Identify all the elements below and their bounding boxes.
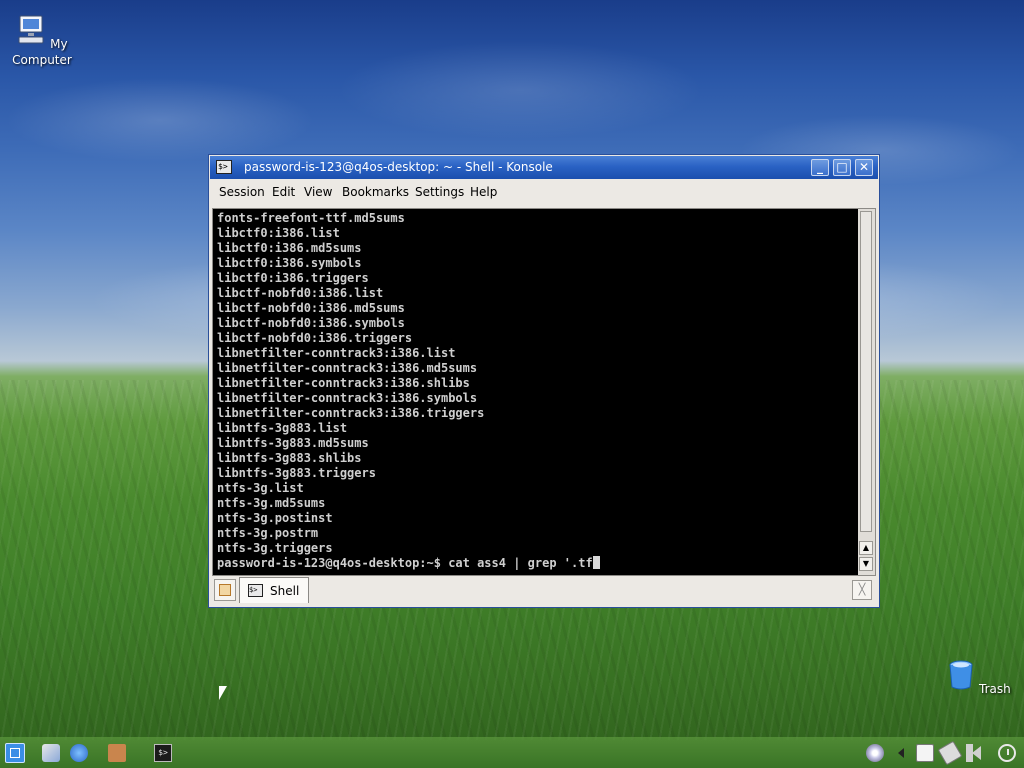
clock-icon[interactable] xyxy=(998,744,1016,762)
menu-session[interactable]: Session xyxy=(219,185,265,199)
window-titlebar[interactable]: $> password-is-123@q4os-desktop: ~ - She… xyxy=(210,156,878,179)
window-title: password-is-123@q4os-desktop: ~ - Shell … xyxy=(244,160,553,174)
trash-icon xyxy=(949,660,973,690)
my-computer-desktop-icon[interactable]: My Computer xyxy=(2,14,82,68)
terminal-line: libctf-nobfd0:i386.triggers xyxy=(217,331,413,345)
network-icon[interactable] xyxy=(70,744,88,762)
terminal-line: libnetfilter-conntrack3:i386.triggers xyxy=(217,406,485,420)
vertical-scrollbar[interactable]: ▲ ▼ xyxy=(858,209,875,575)
file-manager-icon[interactable] xyxy=(108,744,126,762)
text-cursor xyxy=(592,556,600,569)
terminal-prompt: password-is-123@q4os-desktop:~$ xyxy=(217,556,449,570)
terminal-line: libctf0:i386.list xyxy=(217,226,340,240)
menubar: Session Edit View Bookmarks Settings Hel… xyxy=(210,180,878,204)
minimize-button[interactable]: _ xyxy=(811,159,829,176)
computer-icon xyxy=(18,15,44,44)
terminal-line: libnetfilter-conntrack3:i386.list xyxy=(217,346,456,360)
terminal-line: ntfs-3g.list xyxy=(217,481,304,495)
terminal-line: ntfs-3g.postinst xyxy=(217,511,333,525)
tab-label: Shell xyxy=(270,584,300,598)
close-tab-button[interactable]: ╳ xyxy=(852,580,872,600)
trash-desktop-icon[interactable]: Trash xyxy=(939,659,1019,697)
terminal-line: libctf0:i386.symbols xyxy=(217,256,362,270)
maximize-button[interactable]: □ xyxy=(833,159,851,176)
mouse-pointer xyxy=(219,686,227,700)
terminal-icon: $> xyxy=(248,584,263,597)
terminal-line: ntfs-3g.postrm xyxy=(217,526,319,540)
terminal-line: ntfs-3g.triggers xyxy=(217,541,333,555)
terminal-line: libctf0:i386.md5sums xyxy=(217,241,362,255)
close-icon: ✕ xyxy=(858,160,870,174)
start-menu-icon[interactable] xyxy=(5,743,25,763)
terminal-command: cat ass4 | grep '.tf xyxy=(448,556,593,570)
settings-icon[interactable] xyxy=(42,744,60,762)
terminal-line: libnetfilter-conntrack3:i386.shlibs xyxy=(217,376,470,390)
terminal-line: fonts-freefont-ttf.md5sums xyxy=(217,211,405,225)
menu-settings[interactable]: Settings xyxy=(415,185,464,199)
terminal-output[interactable]: fonts-freefont-ttf.md5sums libctf0:i386.… xyxy=(213,209,857,575)
arrow-down-icon: ▼ xyxy=(862,559,870,568)
terminal-line: libntfs-3g883.triggers xyxy=(217,466,376,480)
minimize-icon: _ xyxy=(817,160,823,174)
volume-icon[interactable] xyxy=(966,744,984,762)
new-tab-button[interactable] xyxy=(214,579,236,601)
terminal-line: libctf0:i386.triggers xyxy=(217,271,369,285)
terminal-line: libctf-nobfd0:i386.symbols xyxy=(217,316,405,330)
terminal-line: libntfs-3g883.shlibs xyxy=(217,451,362,465)
terminal-line: libnetfilter-conntrack3:i386.symbols xyxy=(217,391,478,405)
terminal-prompt-line[interactable]: password-is-123@q4os-desktop:~$ cat ass4… xyxy=(217,556,600,571)
menu-view[interactable]: View xyxy=(304,185,332,199)
close-tab-icon: ╳ xyxy=(858,583,866,596)
terminal-line: libctf-nobfd0:i386.list xyxy=(217,286,384,300)
konsole-window: $> password-is-123@q4os-desktop: ~ - She… xyxy=(208,154,880,608)
disc-icon[interactable] xyxy=(866,744,884,762)
terminal-line: libntfs-3g883.list xyxy=(217,421,348,435)
taskbar: $> xyxy=(0,737,1024,768)
network-tray-icon[interactable] xyxy=(937,740,963,766)
terminal-frame: fonts-freefont-ttf.md5sums libctf0:i386.… xyxy=(212,208,876,576)
menu-help[interactable]: Help xyxy=(470,185,497,199)
new-tab-icon xyxy=(219,584,231,596)
maximize-icon: □ xyxy=(836,160,848,174)
terminal-icon[interactable]: $> xyxy=(216,160,232,174)
menu-bookmarks[interactable]: Bookmarks xyxy=(342,185,409,199)
terminal-line: libnetfilter-conntrack3:i386.md5sums xyxy=(217,361,478,375)
arrow-up-icon: ▲ xyxy=(862,543,870,552)
clipboard-icon[interactable] xyxy=(916,744,934,762)
scroll-up-button[interactable]: ▲ xyxy=(859,541,873,555)
terminal-line: libctf-nobfd0:i386.md5sums xyxy=(217,301,405,315)
menu-edit[interactable]: Edit xyxy=(272,185,295,199)
terminal-line: libntfs-3g883.md5sums xyxy=(217,436,369,450)
trash-label: Trash xyxy=(979,682,1011,696)
terminal-line: ntfs-3g.md5sums xyxy=(217,496,326,510)
tab-bar: $> Shell ╳ xyxy=(210,576,878,606)
konsole-icon[interactable]: $> xyxy=(154,744,172,762)
close-button[interactable]: ✕ xyxy=(855,159,873,176)
scrollbar-thumb[interactable] xyxy=(860,211,872,532)
tab-shell[interactable]: $> Shell xyxy=(239,577,309,603)
tray-expand-icon[interactable] xyxy=(898,748,904,758)
scroll-down-button[interactable]: ▼ xyxy=(859,557,873,571)
